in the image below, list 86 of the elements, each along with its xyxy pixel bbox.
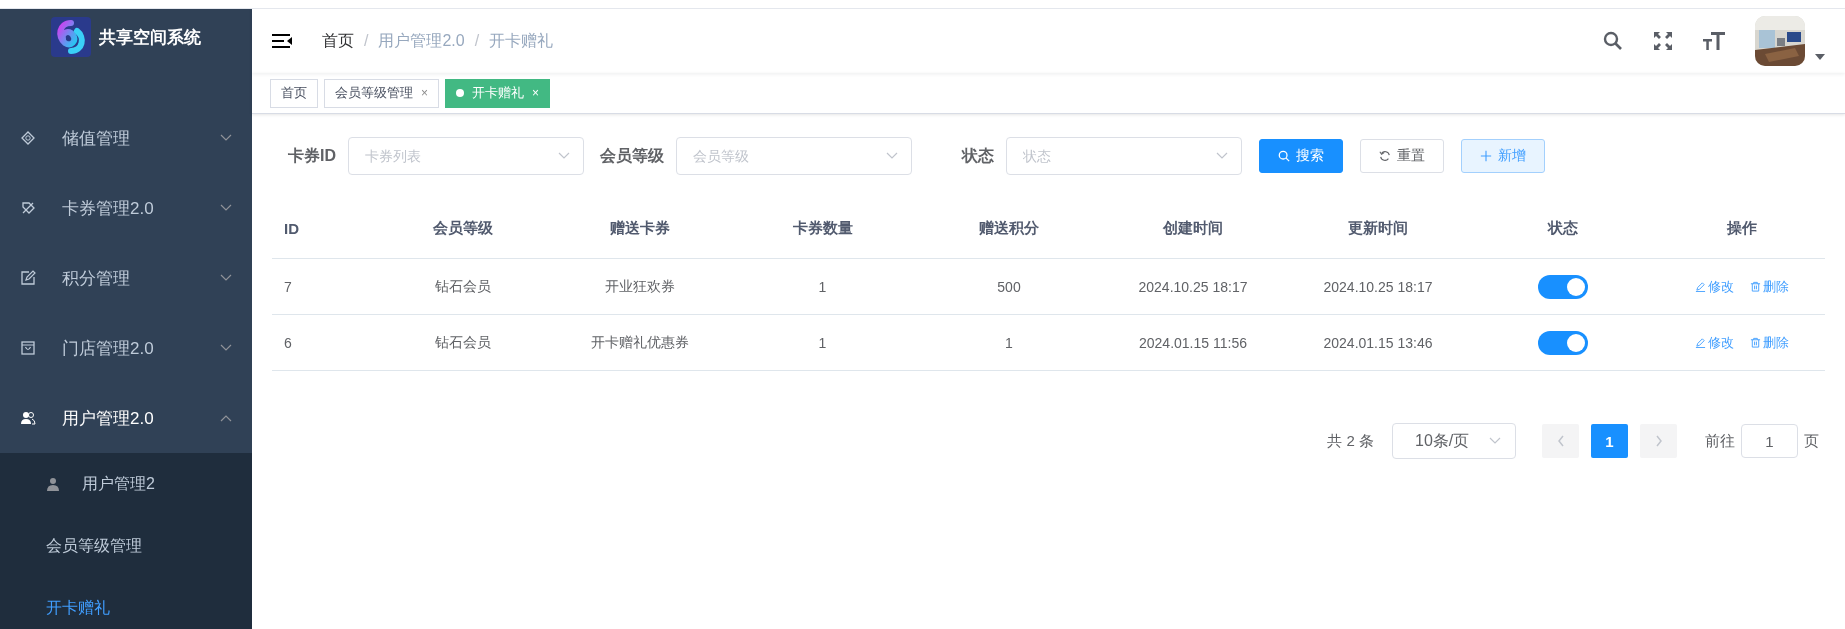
coin-icon bbox=[20, 130, 36, 146]
chevron-icon bbox=[220, 204, 232, 212]
filter-label: 会员等级 bbox=[599, 145, 665, 166]
page-number[interactable]: 1 bbox=[1591, 424, 1628, 458]
submenu-item[interactable]: 会员等级管理 bbox=[0, 515, 252, 577]
column-header: 会员等级 bbox=[431, 218, 494, 238]
users-icon bbox=[20, 410, 36, 426]
status-switch[interactable] bbox=[1538, 274, 1588, 299]
menu-item[interactable]: 用户管理2.0 bbox=[0, 383, 252, 453]
table-cell-text: 钻石会员 bbox=[433, 333, 492, 352]
page-tab[interactable]: 首页 bbox=[270, 78, 318, 108]
table-cell-text: 1 bbox=[1004, 334, 1014, 351]
table-cell-text: 7 bbox=[283, 278, 293, 295]
edit-icon bbox=[1694, 337, 1706, 348]
table-cell-text: 2024.10.25 18:17 bbox=[1322, 278, 1434, 295]
page-suffix: 页 bbox=[1804, 431, 1819, 451]
filter-label: 状态 bbox=[960, 145, 995, 166]
table-cell-text: 2024.10.25 18:17 bbox=[1137, 278, 1249, 295]
column-header: 操作 bbox=[1725, 218, 1758, 238]
chevron-right-icon bbox=[1654, 435, 1663, 447]
chevron-icon bbox=[1216, 152, 1228, 160]
table-cell-text: 2024.01.15 11:56 bbox=[1138, 334, 1248, 351]
column-header: 创建时间 bbox=[1162, 218, 1224, 238]
breadcrumb-item: 开卡赠礼 bbox=[489, 30, 554, 51]
trash-icon bbox=[1749, 281, 1761, 292]
page-size-select[interactable]: 10条/页 bbox=[1392, 423, 1516, 459]
breadcrumb-item[interactable]: 首页 bbox=[322, 30, 354, 52]
column-header: ID bbox=[283, 219, 300, 237]
breadcrumb-separator: / bbox=[474, 32, 480, 50]
menu-item[interactable]: 积分管理 bbox=[0, 243, 252, 313]
edit-icon bbox=[1694, 281, 1706, 292]
menu-item[interactable]: 卡券管理2.0 bbox=[0, 173, 252, 243]
refresh-icon bbox=[1379, 150, 1391, 162]
tag-icon bbox=[20, 200, 36, 216]
trash-icon bbox=[1749, 337, 1761, 348]
caret-icon[interactable] bbox=[1815, 54, 1825, 60]
close-icon[interactable]: × bbox=[421, 86, 428, 100]
table-cell-text: 1 bbox=[817, 334, 828, 351]
menu-item[interactable]: 门店管理2.0 bbox=[0, 313, 252, 383]
table-cell-text: 500 bbox=[996, 278, 1022, 295]
search-button[interactable]: 搜索 bbox=[1259, 139, 1343, 173]
goto-label: 前往 bbox=[1705, 431, 1735, 451]
submenu-item[interactable]: 开卡赠礼 bbox=[0, 577, 252, 629]
plus-icon bbox=[1480, 150, 1492, 162]
column-header: 状态 bbox=[1546, 218, 1579, 238]
reset-button[interactable]: 重置 bbox=[1360, 139, 1444, 173]
breadcrumb-separator: / bbox=[364, 32, 369, 50]
active-dot bbox=[456, 89, 464, 97]
user-icon bbox=[46, 477, 60, 491]
chevron-icon bbox=[220, 134, 232, 142]
column-header: 更新时间 bbox=[1347, 218, 1409, 238]
table-cell-text: 钻石会员 bbox=[433, 277, 492, 296]
total-count: 共 2 条 bbox=[1327, 431, 1374, 451]
table-cell-text: 2024.01.15 13:46 bbox=[1322, 334, 1434, 351]
search-icon[interactable] bbox=[1603, 31, 1623, 51]
table-cell-text: 6 bbox=[283, 334, 293, 351]
page-tab[interactable]: 会员等级管理 × bbox=[324, 78, 439, 108]
chevron-icon bbox=[220, 344, 232, 352]
select-field[interactable]: 会员等级 bbox=[676, 137, 912, 175]
chevron-icon bbox=[220, 274, 232, 282]
font-size-icon[interactable] bbox=[1703, 31, 1725, 51]
search-icon bbox=[1278, 150, 1290, 162]
select-field[interactable]: 状态 bbox=[1006, 137, 1242, 175]
filter-label: 卡券ID bbox=[287, 145, 337, 166]
bag-icon bbox=[20, 340, 36, 356]
fullscreen-icon[interactable] bbox=[1653, 31, 1673, 51]
chevron-icon bbox=[1489, 437, 1501, 445]
chevron-left-icon bbox=[1556, 435, 1565, 447]
chevron-icon bbox=[220, 414, 232, 422]
page-input[interactable]: 1 bbox=[1741, 424, 1798, 458]
chevron-icon bbox=[886, 152, 898, 160]
column-header: 赠送卡券 bbox=[609, 218, 671, 238]
column-header: 赠送积分 bbox=[978, 218, 1040, 238]
table-cell-text: 开业狂欢券 bbox=[604, 277, 676, 296]
submenu-item[interactable]: 用户管理2 bbox=[0, 453, 252, 515]
menu-item[interactable]: 储值管理 bbox=[0, 103, 252, 173]
edit-icon bbox=[20, 270, 36, 286]
select-field[interactable]: 卡券列表 bbox=[348, 137, 584, 175]
column-header: 卡券数量 bbox=[791, 218, 854, 238]
chevron-icon bbox=[558, 152, 570, 160]
logo-text: 共享空间系统 bbox=[99, 26, 201, 49]
menu-icon[interactable] bbox=[272, 33, 292, 49]
status-switch[interactable] bbox=[1538, 330, 1588, 355]
table-cell-text: 开卡赠礼优惠券 bbox=[590, 333, 690, 352]
logo-icon bbox=[51, 17, 91, 57]
table-cell-text: 1 bbox=[817, 278, 828, 295]
